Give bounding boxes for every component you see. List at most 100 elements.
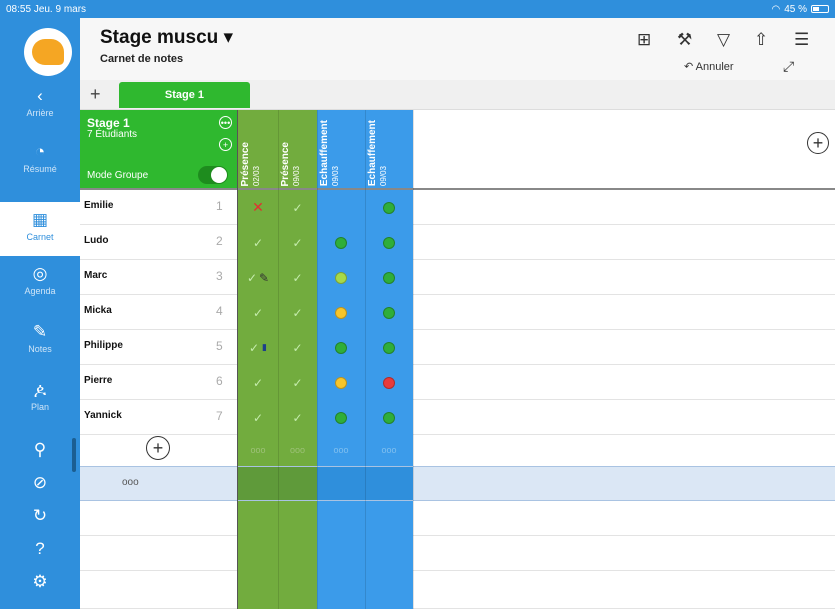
grade-cell[interactable] (365, 330, 413, 365)
header: Stage muscu ▾ Carnet de notes ⊞ ⚒ ▽ ⇧ ☰ … (80, 18, 835, 80)
column-header-echauffement-2[interactable]: Echauffement 09/03 (365, 110, 413, 188)
present-icon: ✓ (292, 305, 303, 320)
selected-row[interactable]: ooo (80, 466, 835, 501)
battery-icon (811, 5, 829, 13)
expand-icon[interactable]: ⤢ (783, 58, 794, 75)
sidebar-item-label: Arrière (26, 108, 54, 118)
table-row[interactable]: Pierre 6 ✓ ✓ (80, 365, 835, 400)
table-row[interactable]: Yannick 7 ✓ ✓ (80, 400, 835, 435)
help-button[interactable]: ? (0, 539, 80, 561)
student-name: Yannick (84, 410, 122, 421)
check-button[interactable]: ⊘ (0, 473, 80, 495)
group-count: 7 Étudiants (87, 129, 138, 140)
present-icon: ✓ (252, 375, 264, 390)
grade-cell[interactable]: ✓ (278, 190, 317, 225)
grid-icon: ▦ (31, 210, 49, 229)
grade-cell[interactable] (317, 295, 365, 330)
grade-cell[interactable]: ✓ (238, 225, 278, 260)
undo-button[interactable]: ↶ Annuler (684, 60, 734, 73)
pin-button[interactable]: ⚲ (0, 440, 80, 462)
sidebar-item-plan[interactable]: ዾ Plan (0, 380, 80, 424)
table-row[interactable]: Ludo 2 ✓ ✓ (80, 225, 835, 260)
grade-cell[interactable]: ✓ (238, 365, 278, 400)
drag-handle[interactable] (72, 438, 76, 472)
grade-cell[interactable]: ✓ (278, 330, 317, 365)
grade-cell[interactable] (317, 330, 365, 365)
mode-groupe-toggle[interactable] (198, 166, 228, 184)
grade-cell[interactable] (365, 190, 413, 225)
toggles-icon[interactable]: ☰ (794, 30, 809, 50)
table-row[interactable]: Philippe 5 ✓ ▮ ✓ (80, 330, 835, 365)
present-icon: ✓ (252, 410, 264, 425)
yellow-smiley-icon (335, 376, 347, 389)
more-icon[interactable]: ••• (219, 116, 232, 129)
share-icon[interactable]: ⇧ (754, 30, 768, 50)
avatar[interactable] (24, 28, 72, 76)
grade-cell[interactable]: ✓ (238, 400, 278, 435)
grade-cell[interactable] (365, 225, 413, 260)
sidebar-item-arriere[interactable]: ‹ Arrière (0, 86, 80, 130)
calculator-icon[interactable]: ⊞ (637, 30, 651, 50)
green-smiley-icon (383, 201, 395, 214)
grade-cell[interactable]: ✓ (278, 295, 317, 330)
table-row[interactable]: Emilie 1 ✕ ✓ (80, 190, 835, 225)
sidebar-item-notes[interactable]: ✎ Notes (0, 322, 80, 366)
column-divider (413, 110, 414, 609)
grade-cell[interactable]: ✕ (238, 190, 278, 225)
add-icon[interactable]: + (219, 138, 232, 151)
grade-cell[interactable]: ✓ (238, 295, 278, 330)
page-title[interactable]: Stage muscu ▾ (100, 26, 233, 49)
grade-cell[interactable]: ✓ (278, 260, 317, 295)
hammer-icon[interactable]: ⚒ (677, 30, 692, 50)
column-header-presence-2[interactable]: Présence 09/03 (278, 110, 317, 188)
grade-cell[interactable] (317, 225, 365, 260)
check-circle-icon: ⊘ (32, 473, 48, 492)
dots-icon: ooo (381, 444, 397, 455)
filter-icon[interactable]: ▽ (717, 30, 730, 50)
present-icon: ✓ (292, 235, 303, 250)
sync-button[interactable]: ↻ (0, 506, 80, 528)
tab-stage-1[interactable]: Stage 1 (119, 82, 250, 108)
settings-icon: ⚙ (32, 572, 48, 591)
grade-cell[interactable] (317, 365, 365, 400)
grade-cell[interactable]: ✓ ✎ (238, 260, 278, 295)
student-name: Marc (84, 270, 108, 281)
grade-cell[interactable] (317, 260, 365, 295)
student-number: 7 (216, 409, 223, 423)
grade-cell[interactable] (317, 190, 365, 225)
grade-cell[interactable]: ✓ ▮ (238, 330, 278, 365)
student-number: 5 (216, 339, 223, 353)
sidebar-item-resume[interactable]: ◔ Résumé (0, 142, 80, 186)
sidebar-item-agenda[interactable]: ◎ Agenda (0, 264, 80, 308)
present-icon: ✓ (252, 305, 264, 320)
column-header-echauffement-1[interactable]: Echauffement 09/03 (317, 110, 365, 188)
table-row[interactable]: Micka 4 ✓ ✓ (80, 295, 835, 330)
add-tab-button[interactable]: + (90, 84, 101, 105)
present-icon: ✓ (292, 340, 303, 355)
pencil-icon: ✎ (32, 322, 48, 341)
row-options[interactable]: ooo (122, 477, 139, 488)
bottle-icon: ▮ (262, 342, 267, 352)
table-row[interactable]: Marc 3 ✓ ✎ ✓ (80, 260, 835, 295)
sidebar-item-label: Plan (30, 402, 49, 412)
grade-cell[interactable] (365, 365, 413, 400)
grade-cell[interactable]: ✓ (278, 225, 317, 260)
grade-cell[interactable] (365, 295, 413, 330)
column-header-presence-1[interactable]: Présence 02/03 (238, 110, 278, 188)
grade-cell[interactable] (365, 260, 413, 295)
grade-cell[interactable] (365, 400, 413, 435)
settings-button[interactable]: ⚙ (0, 572, 80, 594)
sidebar-item-carnet[interactable]: ▦ Carnet (0, 202, 80, 256)
grade-cell[interactable]: ✓ (278, 365, 317, 400)
add-column-button[interactable]: + (807, 132, 829, 154)
student-number: 2 (216, 234, 223, 248)
add-student-button[interactable]: + (146, 436, 170, 460)
student-number: 1 (216, 199, 223, 213)
pin-icon: ⚲ (33, 440, 47, 459)
green-smiley-icon (383, 306, 395, 319)
grade-cell[interactable] (317, 400, 365, 435)
tab-bar: + Stage 1 (80, 80, 835, 110)
yellow-smiley-icon (335, 306, 347, 319)
grade-cell[interactable]: ✓ (278, 400, 317, 435)
wifi-icon: ◠ (771, 3, 781, 15)
